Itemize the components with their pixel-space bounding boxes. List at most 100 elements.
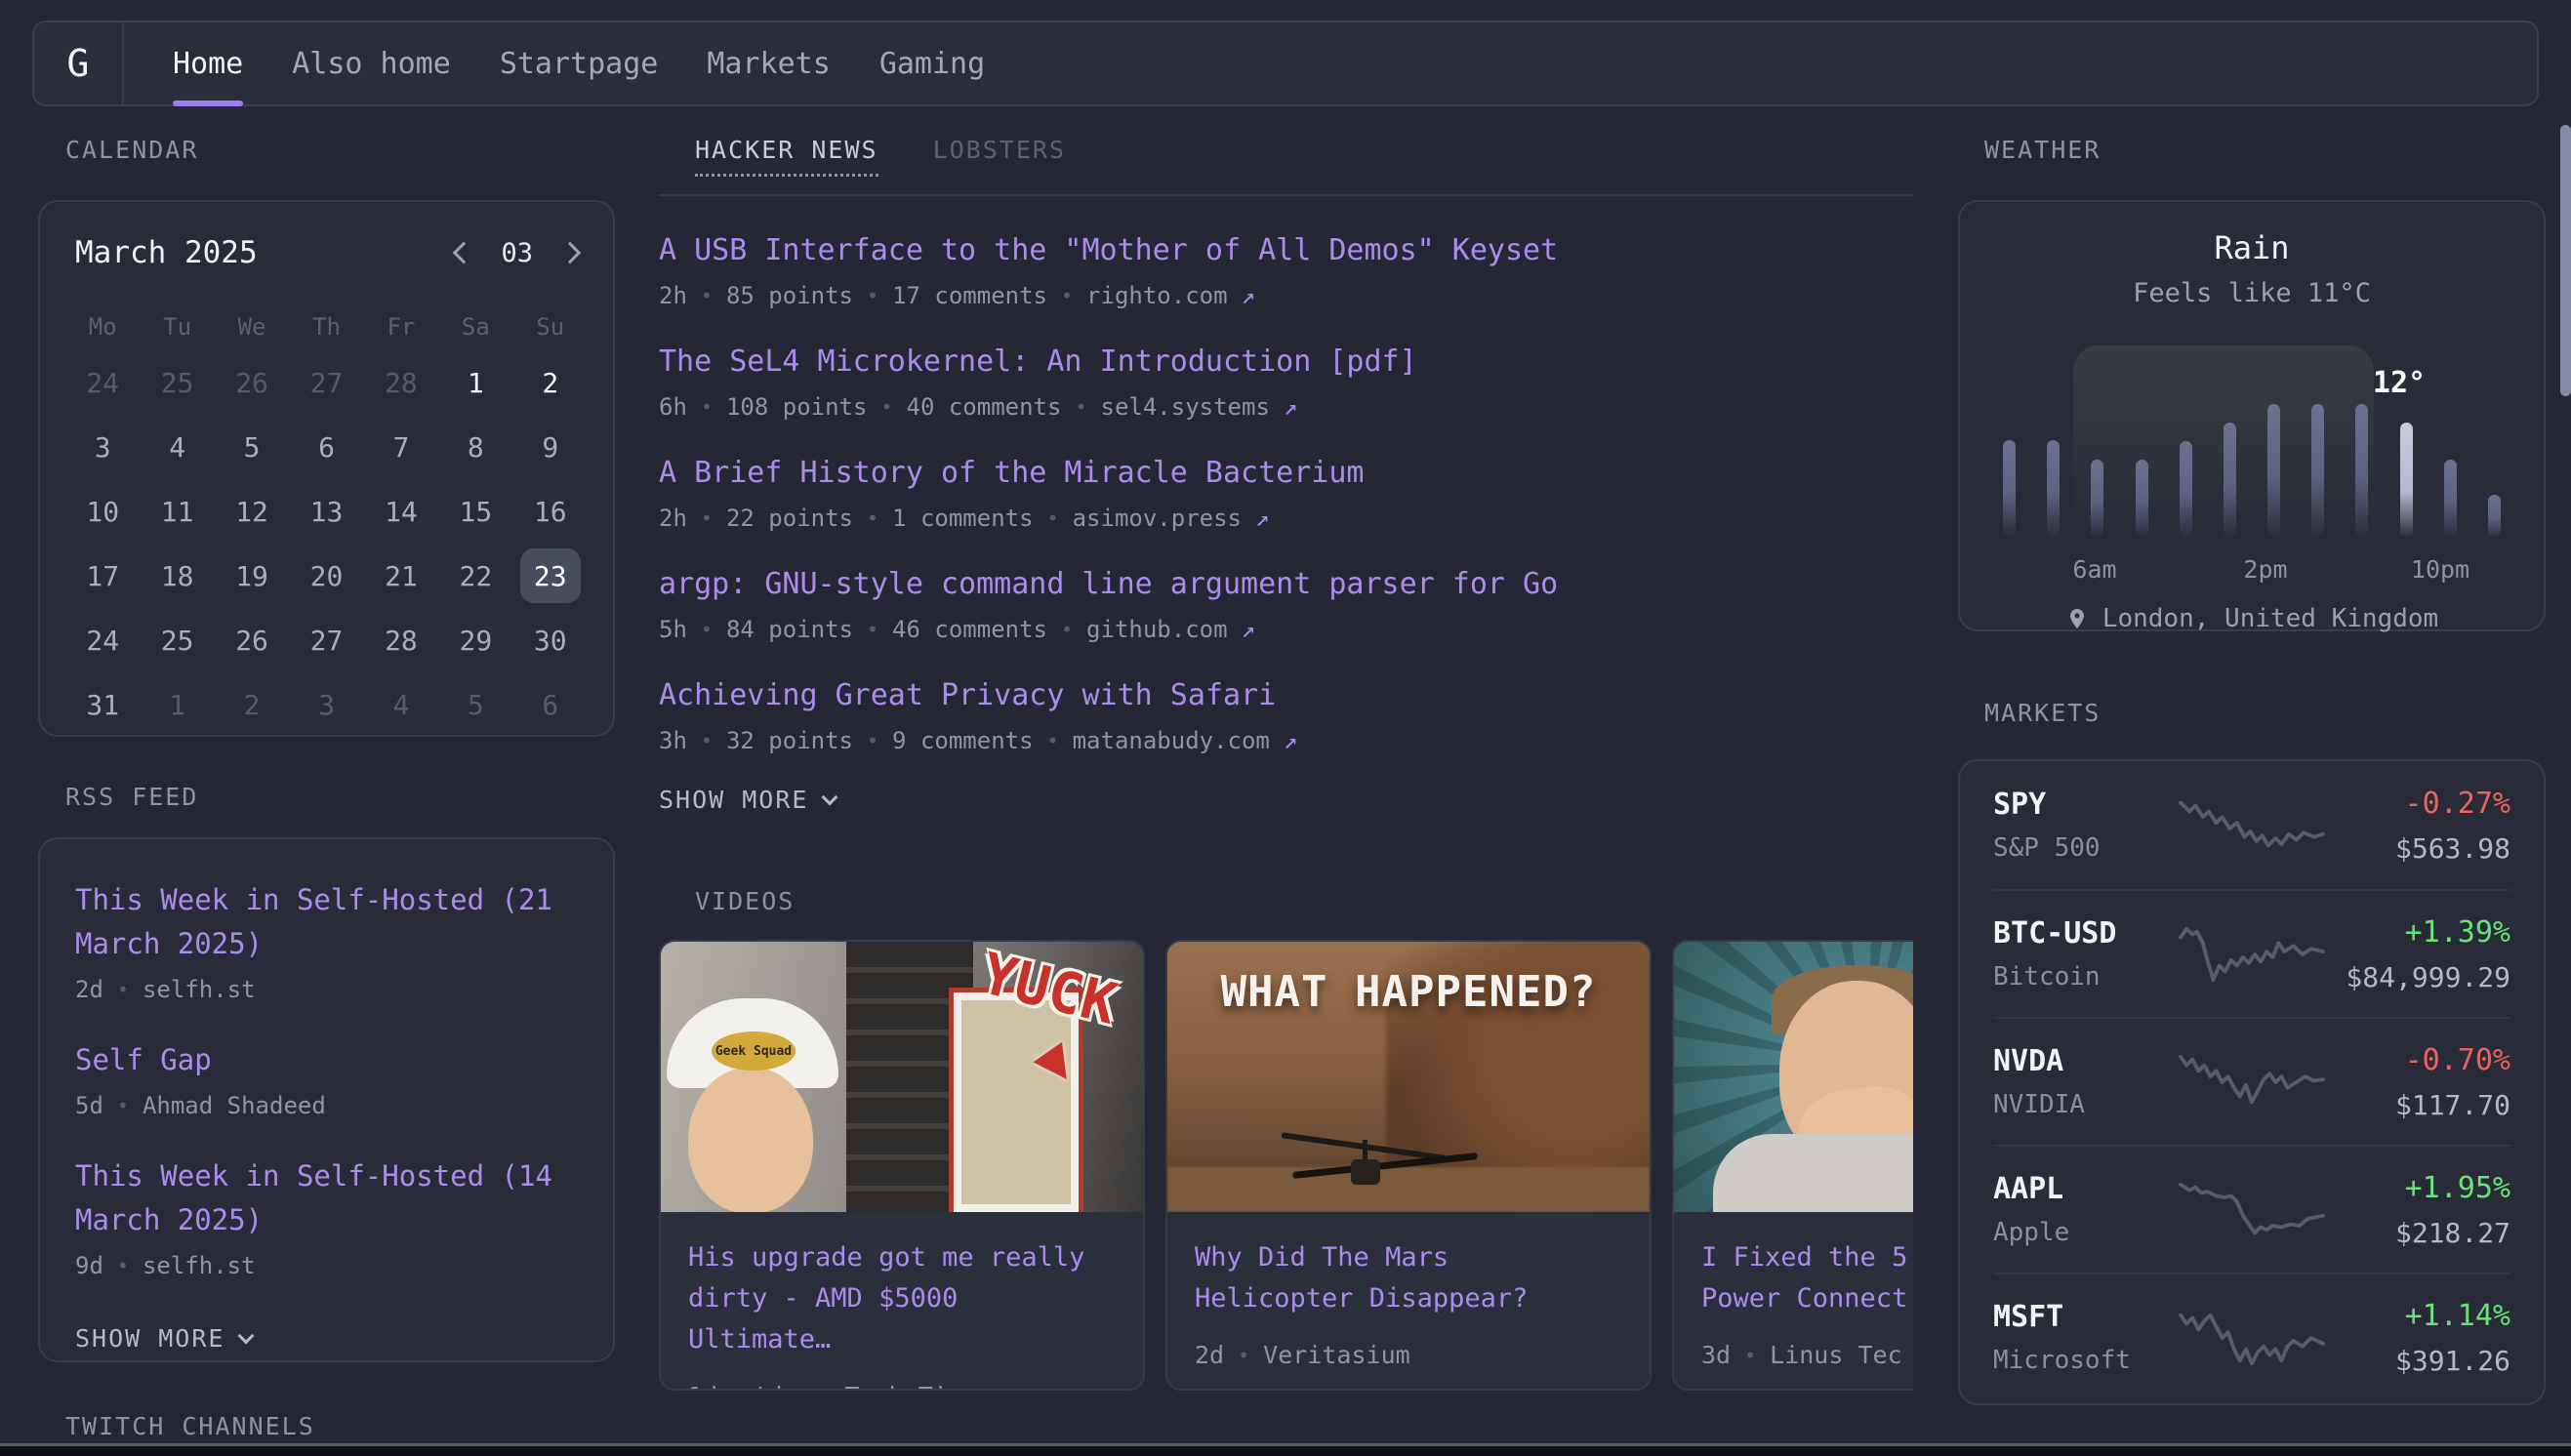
weather-current-temp: 12° (2370, 366, 2428, 400)
news-item-age: 5h (659, 616, 687, 643)
tab-hacker-news[interactable]: HACKER NEWS (695, 137, 878, 177)
external-link-icon[interactable]: ↗ (1284, 727, 1297, 754)
calendar-day: 11 (140, 479, 214, 544)
rss-show-more-button[interactable]: SHOW MORE (75, 1324, 578, 1353)
dot-separator: • (117, 1094, 129, 1117)
show-more-label: SHOW MORE (75, 1324, 224, 1353)
rss-item-link[interactable]: Self Gap (75, 1038, 578, 1082)
app-logo[interactable]: G (34, 22, 124, 104)
rss-item-link[interactable]: This Week in Self-Hosted (14 March 2025) (75, 1154, 578, 1242)
news-item: The SeL4 Microkernel: An Introduction [p… (659, 341, 1913, 421)
calendar-prev-icon[interactable] (453, 242, 475, 264)
calendar-day: 16 (513, 479, 588, 544)
calendar-day: 28 (364, 350, 438, 415)
nav-item-also-home[interactable]: Also home (292, 22, 451, 104)
top-nav: G Home Also home Startpage Markets Gamin… (32, 20, 2539, 106)
tab-lobsters[interactable]: LOBSTERS (933, 137, 1066, 164)
dot-separator: • (1075, 395, 1086, 419)
video-title[interactable]: His upgrade got me really dirty - AMD $5… (688, 1237, 1116, 1360)
video-title[interactable]: Why Did The Mars Helicopter Disappear? (1195, 1237, 1622, 1319)
weekday-label: Mo (65, 313, 140, 341)
weekday-label: Sa (438, 313, 512, 341)
news-item-link[interactable]: The SeL4 Microkernel: An Introduction [p… (659, 341, 1417, 384)
calendar-month-number: 03 (501, 238, 533, 268)
external-link-icon[interactable]: ↗ (1255, 505, 1269, 532)
calendar-day: 8 (438, 415, 512, 479)
calendar-day: 4 (140, 415, 214, 479)
dot-separator: • (880, 395, 892, 419)
news-show-more-button[interactable]: SHOW MORE (659, 786, 1913, 814)
calendar-day: 7 (364, 415, 438, 479)
market-row[interactable]: NVDA NVIDIA -0.70% $117.70 (1993, 1017, 2510, 1145)
calendar-day: 2 (513, 350, 588, 415)
rss-item-source: selfh.st (143, 1252, 256, 1279)
calendar-day: 26 (215, 350, 289, 415)
video-card[interactable]: Geek Squad YUCK His upgrade got me reall… (659, 940, 1145, 1391)
weekday-label: Th (289, 313, 363, 341)
nav-item-startpage[interactable]: Startpage (500, 22, 659, 104)
news-item-link[interactable]: A Brief History of the Miracle Bacterium (659, 452, 1364, 495)
weather-section-header: WEATHER (1984, 137, 2546, 163)
market-sparkline (2178, 1179, 2326, 1241)
page-scrollbar-thumb[interactable] (2560, 125, 2571, 396)
news-item: A USB Interface to the "Mother of All De… (659, 229, 1913, 309)
external-link-icon[interactable]: ↗ (1242, 616, 1255, 643)
calendar-widget: March 2025 03 Mo Tu We Th Fr Sa Su 24252… (38, 200, 615, 737)
videos-row: Geek Squad YUCK His upgrade got me reall… (659, 940, 1913, 1391)
video-thumbnail: Geek Squad YUCK (661, 942, 1143, 1212)
nav-item-gaming[interactable]: Gaming (879, 22, 985, 104)
external-link-icon[interactable]: ↗ (1284, 393, 1297, 421)
location-pin-icon (2065, 607, 2089, 630)
news-item: Achieving Great Privacy with Safari 3h• … (659, 674, 1913, 754)
calendar-day: 1 (140, 672, 214, 737)
nav-item-home[interactable]: Home (173, 22, 243, 104)
dot-separator: • (867, 618, 878, 641)
news-item-link[interactable]: argp: GNU-style command line argument pa… (659, 563, 1558, 606)
weather-bar (2311, 404, 2324, 538)
videos-section-header: VIDEOS (695, 888, 1913, 914)
video-card[interactable]: DO TH T I Fixed the 5 Power Connect 3d •… (1672, 940, 1913, 1391)
rss-item-link[interactable]: This Week in Self-Hosted (21 March 2025) (75, 878, 578, 966)
dot-separator: • (701, 395, 713, 419)
market-row[interactable]: MSFT Microsoft +1.14% $391.26 (1993, 1273, 2510, 1400)
calendar-day: 2 (215, 672, 289, 737)
external-link-icon[interactable]: ↗ (1242, 282, 1255, 309)
calendar-day: 22 (438, 544, 512, 608)
rss-item-source: Ahmad Shadeed (143, 1092, 326, 1119)
calendar-day: 18 (140, 544, 214, 608)
weather-widget: Rain Feels like 11°C 12° 6am 2pm 10pm Lo… (1958, 200, 2546, 631)
markets-section-header: MARKETS (1984, 700, 2546, 726)
dot-separator: • (867, 284, 878, 307)
market-row[interactable]: BTC-USD Bitcoin +1.39% $84,999.29 (1993, 889, 2510, 1017)
market-change: +1.39% (2326, 915, 2510, 950)
dot-separator: • (867, 506, 878, 530)
dot-separator: • (1744, 1344, 1756, 1367)
weather-condition: Rain (1960, 229, 2544, 266)
nav-item-markets[interactable]: Markets (707, 22, 830, 104)
video-title[interactable]: I Fixed the 5 Power Connect (1701, 1237, 1913, 1319)
weather-bar (2267, 404, 2280, 538)
calendar-day: 30 (513, 608, 588, 672)
rss-item-age: 9d (75, 1252, 103, 1279)
news-item-link[interactable]: A USB Interface to the "Mother of All De… (659, 229, 1558, 272)
sparkline-chart (2178, 794, 2326, 857)
market-sparkline (2178, 1307, 2326, 1369)
calendar-day: 25 (140, 608, 214, 672)
market-row[interactable]: SPY S&P 500 -0.27% $563.98 (1993, 761, 2510, 889)
market-sparkline (2178, 923, 2326, 986)
mars-ground-art (1167, 1167, 1650, 1212)
calendar-day: 6 (289, 415, 363, 479)
weather-bar (2091, 460, 2103, 538)
calendar-next-icon[interactable] (559, 242, 582, 264)
calendar-day: 13 (289, 479, 363, 544)
video-card[interactable]: WHAT HAPPENED? Why Did The Mars Helicopt… (1165, 940, 1652, 1391)
news-item-link[interactable]: Achieving Great Privacy with Safari (659, 674, 1276, 717)
market-row[interactable]: AAPL Apple +1.95% $218.27 (1993, 1145, 2510, 1273)
sparkline-chart (2178, 923, 2326, 986)
news-item-source: sel4.systems (1101, 393, 1270, 421)
market-change: -0.27% (2326, 787, 2510, 821)
weather-bar (2224, 423, 2236, 538)
video-age: 1d (688, 1382, 717, 1391)
person-art (1713, 1134, 1913, 1212)
calendar-day: 5 (215, 415, 289, 479)
